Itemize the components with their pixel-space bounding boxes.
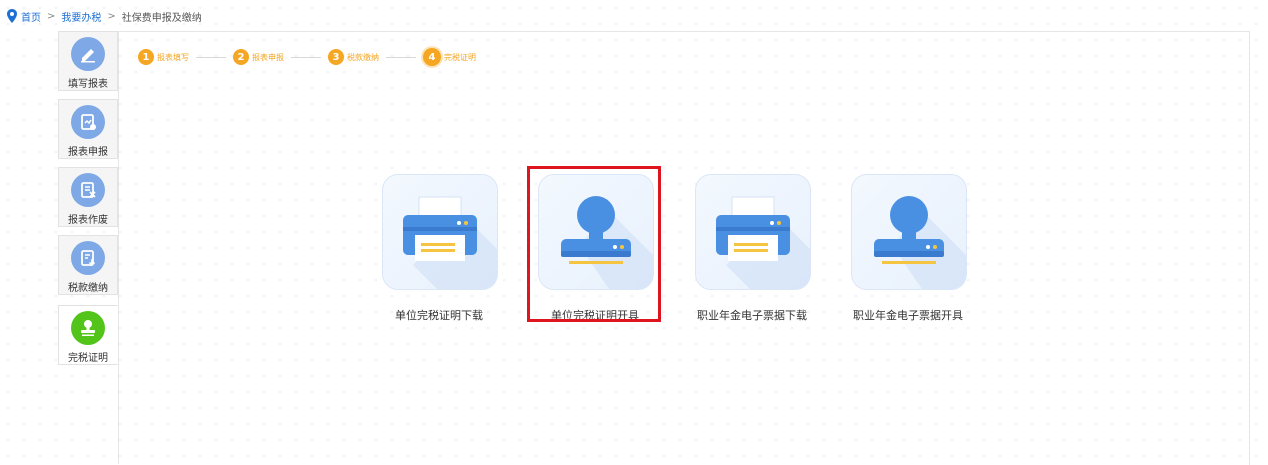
tile-label: 职业年金电子票据下载: [697, 309, 807, 322]
stamp-icon: [874, 196, 966, 289]
tile-label: 职业年金电子票据开具: [853, 309, 963, 322]
sidebar-item-label: 报表申报: [68, 147, 108, 158]
step-number: 2: [233, 49, 249, 65]
step-connector: [291, 56, 321, 58]
step-2: 2 报表申报: [233, 49, 284, 65]
step-connector: [196, 56, 226, 58]
tile-unit-certificate-issue[interactable]: [538, 174, 654, 290]
step-4: 4 完税证明: [423, 48, 476, 66]
step-number: 1: [138, 49, 154, 65]
sidebar-item-submit-report[interactable]: 报表申报: [58, 99, 118, 159]
sidebar-item-label: 填写报表: [68, 79, 108, 90]
tile-label: 单位完税证明下载: [395, 309, 483, 322]
sidebar-item-fill-report[interactable]: 填写报表: [58, 31, 118, 91]
breadcrumb-separator: >: [107, 10, 116, 22]
step-3: 3 税款缴纳: [328, 49, 379, 65]
sidebar-item-label: 报表作废: [68, 215, 108, 226]
pencil-icon: [71, 37, 105, 71]
printer-icon: [403, 196, 497, 289]
tile-annuity-receipt-download[interactable]: [695, 174, 811, 290]
sidebar-item-tax-certificate[interactable]: 完税证明: [58, 305, 118, 365]
tax-pay-icon: [71, 241, 105, 275]
breadcrumb: 首页 > 我要办税 > 社保费申报及缴纳: [6, 8, 202, 24]
tile-label: 单位完税证明开具: [551, 309, 639, 322]
step-1: 1 报表填写: [138, 49, 189, 65]
main-content: [119, 31, 1250, 465]
step-connector: [386, 56, 416, 58]
sidebar-item-tax-payment[interactable]: 税款缴纳: [58, 235, 118, 295]
report-void-icon: [71, 173, 105, 207]
sidebar-item-label: 完税证明: [68, 353, 108, 364]
tile-unit-certificate-download[interactable]: [382, 174, 498, 290]
report-submit-icon: [71, 105, 105, 139]
step-label: 完税证明: [444, 52, 476, 62]
tile-annuity-receipt-issue[interactable]: [851, 174, 967, 290]
stamp-icon: [561, 196, 653, 289]
breadcrumb-level2-link[interactable]: 我要办税: [61, 9, 101, 24]
stamp-icon: [71, 311, 105, 345]
sidebar: 填写报表 报表申报 报表作废 税款缴纳 完税证明: [58, 31, 119, 464]
breadcrumb-separator: >: [47, 10, 56, 22]
progress-steps: 1 报表填写 2 报表申报 3 税款缴纳 4 完税证明: [138, 48, 476, 66]
step-number: 3: [328, 49, 344, 65]
step-label: 税款缴纳: [347, 52, 379, 62]
breadcrumb-home-link[interactable]: 首页: [21, 9, 41, 24]
step-number: 4: [423, 48, 441, 66]
breadcrumb-current: 社保费申报及缴纳: [121, 12, 202, 24]
sidebar-item-void-report[interactable]: 报表作废: [58, 167, 118, 227]
printer-icon: [716, 196, 810, 289]
step-label: 报表申报: [252, 52, 284, 62]
step-label: 报表填写: [157, 52, 189, 62]
location-pin-icon: [7, 9, 17, 23]
sidebar-item-label: 税款缴纳: [68, 283, 108, 294]
